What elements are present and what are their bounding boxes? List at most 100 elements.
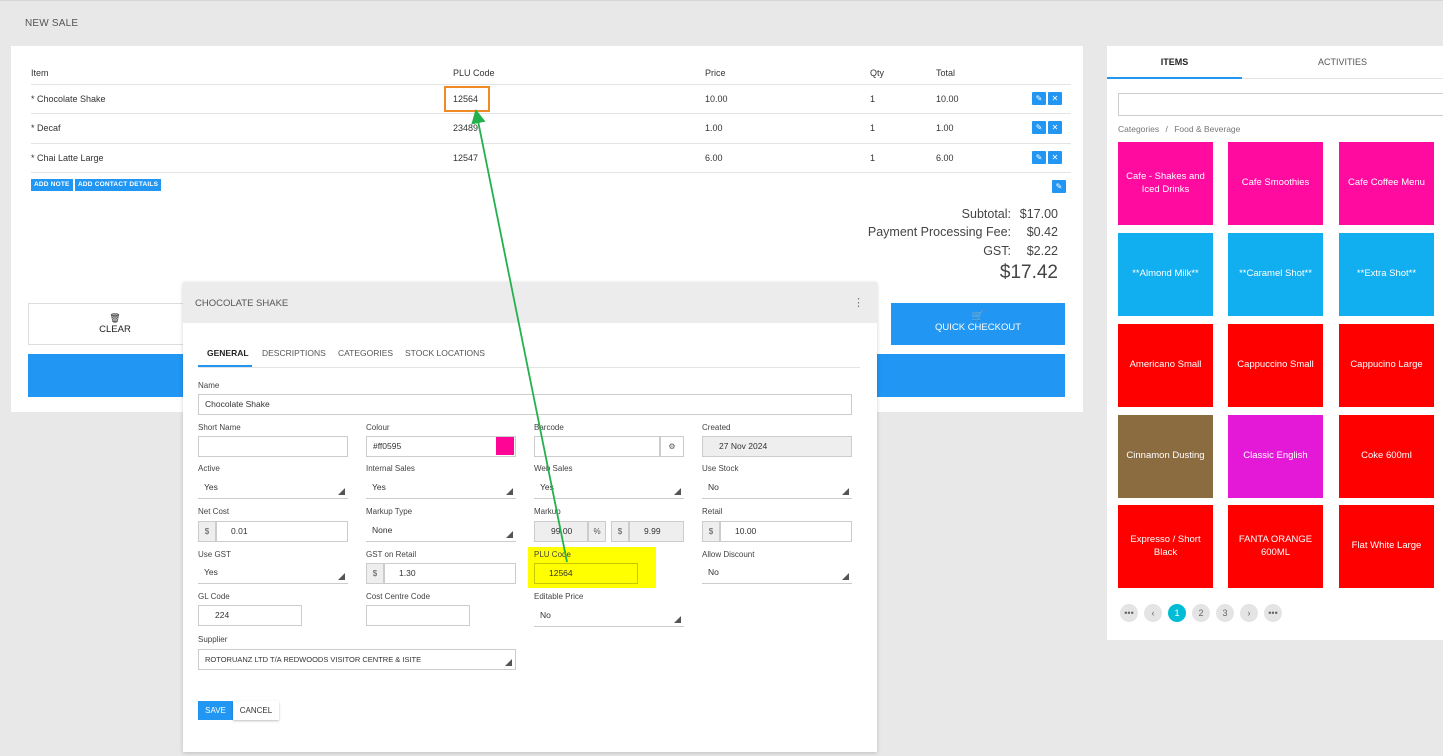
active-select[interactable]: Yes: [198, 478, 348, 499]
plu-code-field[interactable]: 12564: [534, 563, 638, 584]
web-sales-select[interactable]: Yes: [534, 478, 684, 499]
more-vert-icon[interactable]: ⋮: [853, 296, 864, 309]
quick-checkout-button[interactable]: 🛒 QUICK CHECKOUT: [891, 303, 1065, 345]
currency-addon: $: [198, 521, 216, 542]
pencil-icon: ✎: [1035, 94, 1043, 103]
gear-icon: ⚙: [668, 442, 676, 451]
markup-type-select[interactable]: None: [366, 521, 516, 542]
pagination-first[interactable]: •••: [1120, 604, 1138, 622]
row-remove-button[interactable]: ✕: [1048, 92, 1062, 105]
net-cost-field[interactable]: 0.01: [216, 521, 348, 542]
edit-fee-button[interactable]: ✎: [1052, 180, 1066, 193]
item-tile[interactable]: Cafe Smoothies: [1228, 142, 1323, 225]
colour-field[interactable]: #ff0595: [366, 436, 516, 457]
add-note-button[interactable]: ADD NOTE: [31, 179, 73, 191]
cancel-button[interactable]: CANCEL: [233, 701, 279, 720]
internal-sales-select[interactable]: Yes: [366, 478, 516, 499]
clear-button[interactable]: 🗑 CLEAR: [28, 303, 202, 345]
item-tile[interactable]: Cappuccino Small: [1228, 324, 1323, 407]
items-search-input[interactable]: [1118, 93, 1443, 116]
row-qty: 1: [870, 153, 876, 163]
use-stock-label: Use Stock: [702, 464, 739, 473]
close-icon: ✕: [1051, 123, 1059, 132]
tab-general[interactable]: GENERAL: [207, 348, 249, 358]
editable-price-label: Editable Price: [534, 592, 584, 601]
tab-items[interactable]: ITEMS: [1107, 46, 1242, 79]
item-tile[interactable]: Expresso / Short Black: [1118, 505, 1213, 588]
supplier-select[interactable]: ROTORUANZ LTD T/A REDWOODS VISITOR CENTR…: [198, 649, 516, 670]
cost-centre-code-field[interactable]: [366, 605, 470, 626]
colour-swatch[interactable]: [496, 437, 514, 455]
breadcrumb-separator: /: [1165, 124, 1168, 134]
item-tile[interactable]: Cafe - Shakes and Iced Drinks: [1118, 142, 1213, 225]
item-tile[interactable]: **Extra Shot**: [1339, 233, 1434, 316]
row-edit-button[interactable]: ✎: [1032, 92, 1046, 105]
pagination-page-1[interactable]: 1: [1168, 604, 1186, 622]
name-label: Name: [198, 381, 220, 390]
markup-label: Markup: [534, 507, 561, 516]
markup-type-label: Markup Type: [366, 507, 413, 516]
item-tile[interactable]: Cinnamon Dusting: [1118, 415, 1213, 498]
item-tile[interactable]: FANTA ORANGE 600ML: [1228, 505, 1323, 588]
trash-icon: 🗑: [109, 313, 121, 323]
item-tile[interactable]: Coke 600ml: [1339, 415, 1434, 498]
pagination-prev[interactable]: ‹: [1144, 604, 1162, 622]
pagination-last[interactable]: •••: [1264, 604, 1282, 622]
pagination-page-3[interactable]: 3: [1216, 604, 1234, 622]
colour-label: Colour: [366, 423, 390, 432]
currency-addon: $: [366, 563, 384, 584]
allow-discount-select[interactable]: No: [702, 563, 852, 584]
row-edit-button[interactable]: ✎: [1032, 151, 1046, 164]
gst-on-retail-field[interactable]: 1.30: [384, 563, 516, 584]
gl-code-field[interactable]: 224: [198, 605, 302, 626]
row-plu: 23489: [453, 123, 479, 133]
markup-amount-field: 9.99: [629, 521, 684, 542]
editable-price-select[interactable]: No: [534, 606, 684, 627]
item-tile[interactable]: Flat White Large: [1339, 505, 1434, 588]
tab-descriptions[interactable]: DESCRIPTIONS: [262, 348, 326, 358]
pencil-icon: ✎: [1035, 123, 1043, 132]
tab-stock-locations[interactable]: STOCK LOCATIONS: [405, 348, 485, 358]
pagination-page-2[interactable]: 2: [1192, 604, 1210, 622]
retail-field[interactable]: 10.00: [720, 521, 852, 542]
currency-addon: $: [702, 521, 720, 542]
use-stock-select[interactable]: No: [702, 478, 852, 499]
item-tile[interactable]: Cappucino Large: [1339, 324, 1434, 407]
item-tile[interactable]: **Almond Milk**: [1118, 233, 1213, 316]
save-button[interactable]: SAVE: [198, 701, 233, 720]
row-total: 1.00: [936, 123, 954, 133]
barcode-settings-button[interactable]: ⚙: [660, 436, 684, 457]
item-tile[interactable]: Classic English: [1228, 415, 1323, 498]
pagination-next[interactable]: ›: [1240, 604, 1258, 622]
close-icon: ✕: [1051, 153, 1059, 162]
item-tile[interactable]: Americano Small: [1118, 324, 1213, 407]
tab-activities[interactable]: ACTIVITIES: [1242, 46, 1443, 79]
row-price: 1.00: [705, 123, 723, 133]
barcode-field[interactable]: [534, 436, 660, 457]
item-tile[interactable]: **Caramel Shot**: [1228, 233, 1323, 316]
use-gst-select[interactable]: Yes: [198, 563, 348, 584]
name-field[interactable]: Chocolate Shake: [198, 394, 852, 415]
plu-code-label: PLU Code: [534, 550, 571, 559]
row-edit-button[interactable]: ✎: [1032, 121, 1046, 134]
item-tile[interactable]: Cafe Coffee Menu: [1339, 142, 1434, 225]
breadcrumb: Categories / Food & Beverage: [1118, 124, 1240, 134]
markup-percent-field: 99.00: [534, 521, 588, 542]
breadcrumb-root[interactable]: Categories: [1118, 124, 1159, 134]
row-remove-button[interactable]: ✕: [1048, 121, 1062, 134]
net-cost-label: Net Cost: [198, 507, 230, 516]
gst-value: $2.22: [1026, 244, 1058, 258]
divider: [31, 172, 1071, 173]
col-header-item: Item: [31, 68, 49, 78]
row-remove-button[interactable]: ✕: [1048, 151, 1062, 164]
close-icon: ✕: [1051, 94, 1059, 103]
pencil-icon: ✎: [1035, 153, 1043, 162]
col-header-total: Total: [936, 68, 956, 78]
add-contact-details-button[interactable]: ADD CONTACT DETAILS: [75, 179, 162, 191]
tab-categories[interactable]: CATEGORIES: [338, 348, 393, 358]
divider: [31, 84, 1071, 85]
short-name-field[interactable]: [198, 436, 348, 457]
gst-label: GST:: [983, 244, 1011, 258]
tab-divider: [198, 367, 860, 368]
created-field: 27 Nov 2024: [702, 436, 852, 457]
